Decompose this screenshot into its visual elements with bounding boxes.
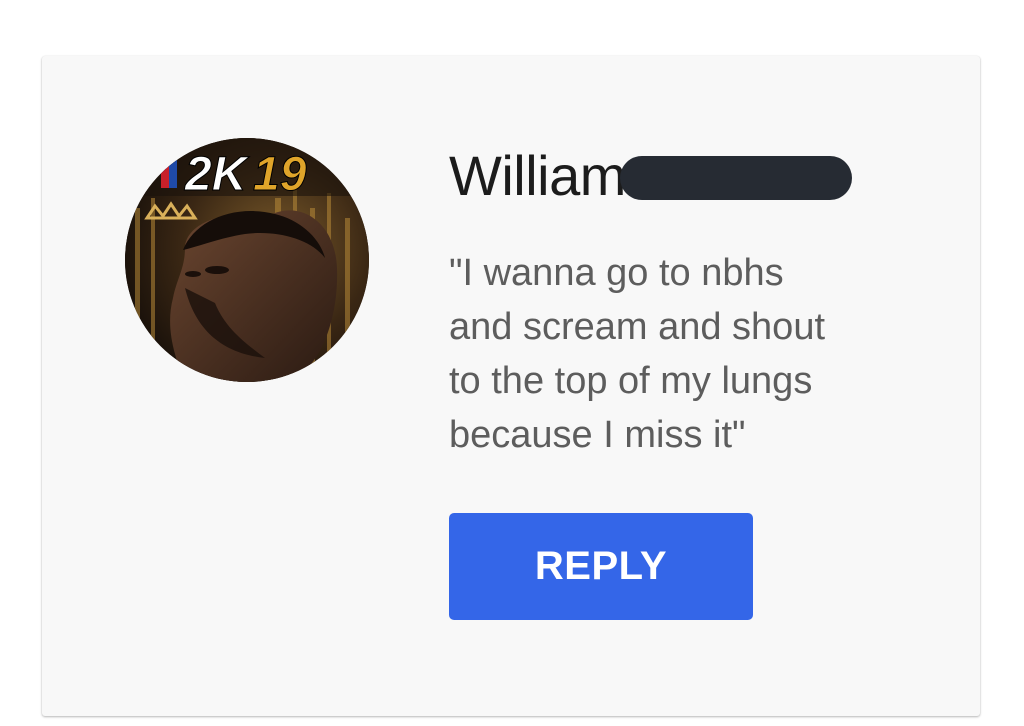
comment-message: "I wanna go to nbhs and scream and shout… — [449, 252, 826, 456]
author-name-row: William — [449, 144, 852, 208]
user-avatar[interactable]: 2K 19 — [125, 138, 369, 382]
reply-button[interactable]: REPLY — [449, 513, 753, 620]
svg-text:19: 19 — [253, 148, 307, 201]
game-cover-avatar-icon: 2K 19 — [125, 138, 369, 382]
comment-card: 2K 19 William "I wanna go to nbhs and sc… — [42, 56, 980, 716]
redacted-surname — [619, 156, 852, 200]
author-name[interactable]: William — [449, 144, 626, 208]
svg-text:2K: 2K — [184, 148, 250, 201]
